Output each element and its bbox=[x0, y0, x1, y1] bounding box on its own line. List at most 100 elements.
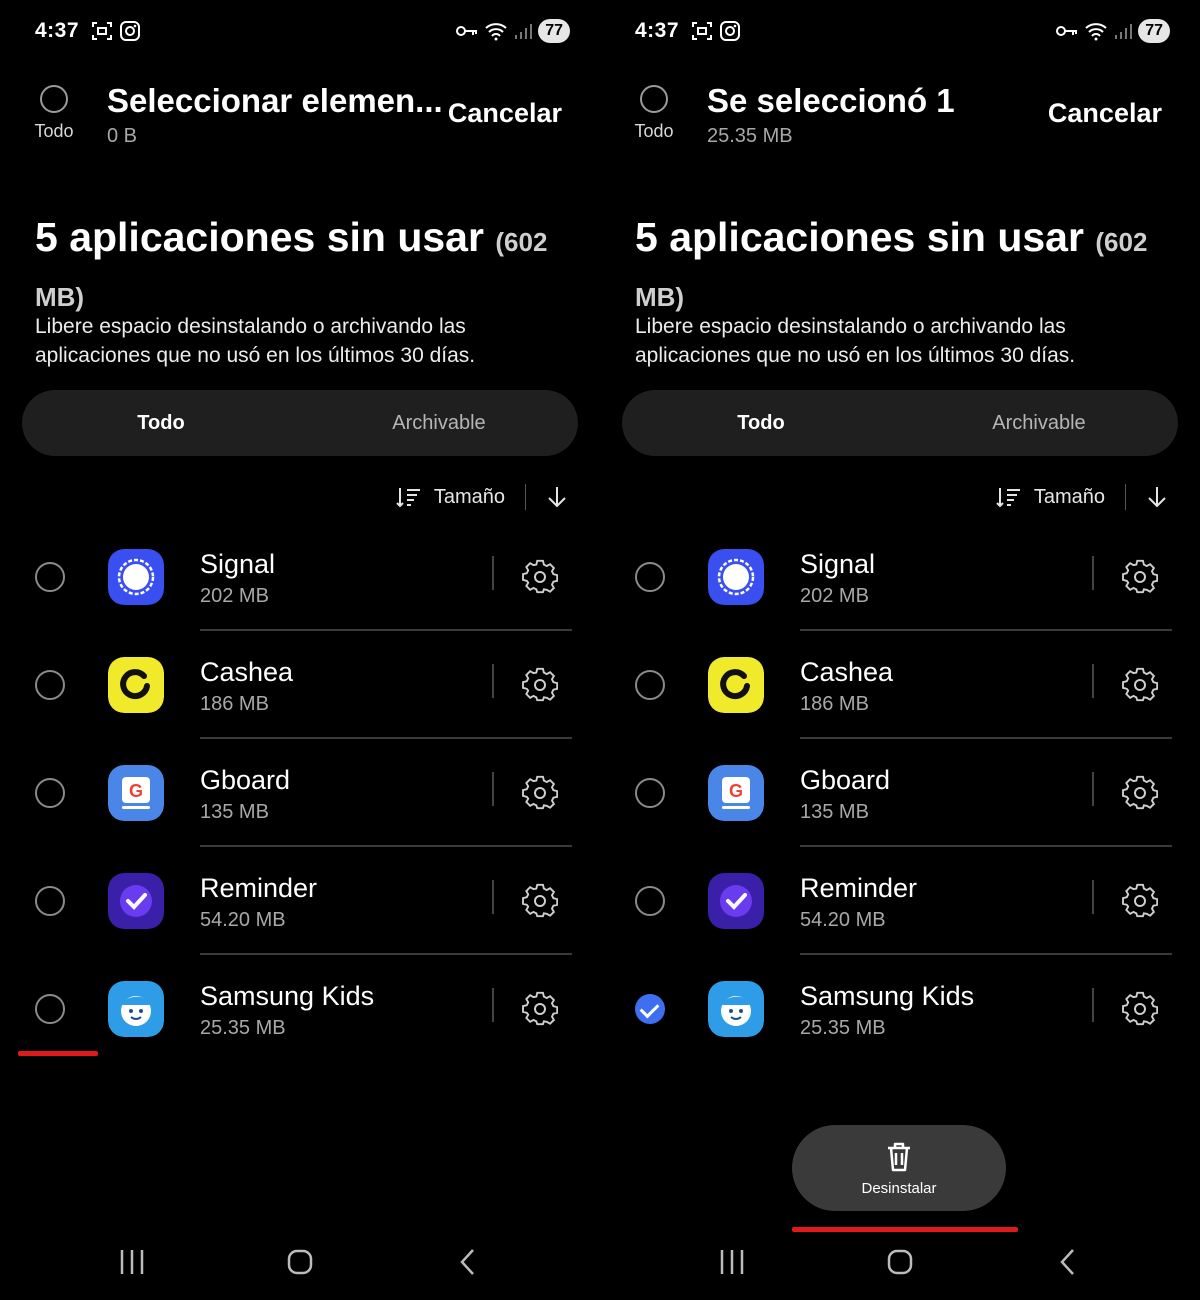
cancel-button[interactable]: Cancelar bbox=[1048, 98, 1162, 129]
row-separator bbox=[1092, 556, 1094, 590]
app-name: Samsung Kids bbox=[200, 981, 375, 1011]
reminder-icon bbox=[108, 873, 164, 929]
vpn-key-icon bbox=[1056, 26, 1078, 36]
sort-label: Tamaño bbox=[433, 485, 505, 508]
recents-icon[interactable] bbox=[118, 1246, 146, 1278]
app-size: 186 MB bbox=[800, 693, 869, 715]
uninstall-button[interactable]: Desinstalar bbox=[792, 1125, 1006, 1211]
app-name: Cashea bbox=[800, 657, 894, 687]
app-name: Reminder bbox=[200, 873, 318, 903]
gear-icon[interactable] bbox=[522, 667, 558, 703]
page-title-text: 5 aplicaciones sin usar bbox=[635, 214, 1084, 260]
list-item[interactable]: G Gboard 135 MB bbox=[600, 739, 1200, 847]
trash-icon bbox=[888, 1142, 910, 1172]
recents-icon[interactable] bbox=[718, 1246, 746, 1278]
page-title: 5 aplicaciones sin usar (602 MB) bbox=[635, 212, 1175, 322]
sort-label: Tamaño bbox=[1033, 485, 1105, 508]
app-checkbox[interactable] bbox=[35, 886, 65, 916]
app-size: 25.35 MB bbox=[800, 1017, 886, 1039]
app-name: Gboard bbox=[200, 765, 291, 795]
gear-icon[interactable] bbox=[522, 883, 558, 919]
list-item[interactable]: G Gboard 135 MB bbox=[0, 739, 600, 847]
arrow-down-icon[interactable] bbox=[1146, 485, 1168, 509]
gear-icon[interactable] bbox=[1122, 991, 1158, 1027]
list-item[interactable]: Signal 202 MB bbox=[600, 523, 1200, 631]
gear-icon[interactable] bbox=[1122, 883, 1158, 919]
row-separator bbox=[492, 988, 494, 1022]
app-checkbox[interactable] bbox=[635, 778, 665, 808]
app-checkbox-checked[interactable] bbox=[635, 994, 665, 1024]
gear-icon[interactable] bbox=[1122, 559, 1158, 595]
page-description: Libere espacio desinstalando o archivand… bbox=[635, 315, 1076, 367]
signal-strength-icon bbox=[1115, 24, 1133, 39]
selection-header: Todo Se seleccionó 1 25.35 MB Cancelar bbox=[600, 82, 1200, 162]
arrow-down-icon[interactable] bbox=[546, 485, 568, 509]
signal-icon bbox=[708, 549, 764, 605]
signal-icon bbox=[108, 549, 164, 605]
list-item[interactable]: Cashea 186 MB bbox=[600, 631, 1200, 739]
app-name: Cashea bbox=[200, 657, 294, 687]
gear-icon[interactable] bbox=[522, 559, 558, 595]
list-item[interactable]: Samsung Kids 25.35 MB bbox=[0, 955, 600, 1063]
gear-icon[interactable] bbox=[1122, 667, 1158, 703]
page-title: 5 aplicaciones sin usar (602 MB) bbox=[35, 212, 575, 322]
vpn-key-icon bbox=[456, 26, 478, 36]
wifi-icon bbox=[1085, 23, 1107, 41]
screenshot-icon bbox=[92, 22, 113, 40]
tab-archivable[interactable]: Archivable bbox=[900, 390, 1178, 456]
app-name: Signal bbox=[200, 549, 276, 579]
app-size: 54.20 MB bbox=[800, 909, 886, 931]
status-bar: 4:37 77 bbox=[635, 16, 1170, 46]
app-checkbox[interactable] bbox=[635, 562, 665, 592]
highlight-underline bbox=[18, 1051, 98, 1056]
app-checkbox[interactable] bbox=[635, 886, 665, 916]
app-checkbox[interactable] bbox=[35, 670, 65, 700]
samsung-kids-icon bbox=[708, 981, 764, 1037]
row-separator bbox=[1092, 664, 1094, 698]
page-title-text: 5 aplicaciones sin usar bbox=[35, 214, 484, 260]
page-description: Libere espacio desinstalando o archivand… bbox=[35, 315, 476, 367]
select-all-radio[interactable] bbox=[640, 85, 668, 113]
list-item[interactable]: Reminder 54.20 MB bbox=[600, 847, 1200, 955]
cancel-button[interactable]: Cancelar bbox=[448, 98, 562, 129]
back-icon[interactable] bbox=[456, 1246, 480, 1278]
list-item[interactable]: Reminder 54.20 MB bbox=[0, 847, 600, 955]
row-separator bbox=[492, 556, 494, 590]
samsung-kids-icon bbox=[108, 981, 164, 1037]
app-list: Signal 202 MB Cashea 186 MB G Gboard 135… bbox=[0, 523, 600, 1063]
tab-todo[interactable]: Todo bbox=[622, 390, 900, 456]
svg-text:G: G bbox=[729, 781, 743, 801]
tab-archivable[interactable]: Archivable bbox=[300, 390, 578, 456]
select-all-toggle[interactable]: Todo bbox=[628, 82, 680, 142]
tab-todo[interactable]: Todo bbox=[22, 390, 300, 456]
app-list: Signal 202 MB Cashea 186 MB G Gboard 135… bbox=[600, 523, 1200, 1063]
uninstall-label: Desinstalar bbox=[861, 1180, 937, 1197]
gear-icon[interactable] bbox=[522, 991, 558, 1027]
status-time: 4:37 bbox=[35, 19, 80, 42]
list-item[interactable]: Samsung Kids 25.35 MB bbox=[600, 955, 1200, 1063]
sort-by-button[interactable]: Tamaño bbox=[396, 486, 505, 509]
list-item[interactable]: Signal 202 MB bbox=[0, 523, 600, 631]
app-checkbox[interactable] bbox=[635, 670, 665, 700]
navigation-bar bbox=[600, 1240, 1200, 1284]
selection-title: Seleccionar elemen... bbox=[107, 82, 443, 119]
gear-icon[interactable] bbox=[1122, 775, 1158, 811]
row-separator bbox=[492, 880, 494, 914]
app-checkbox[interactable] bbox=[35, 994, 65, 1024]
app-size: 202 MB bbox=[200, 585, 269, 607]
row-separator bbox=[492, 664, 494, 698]
back-icon[interactable] bbox=[1056, 1246, 1080, 1278]
gear-icon[interactable] bbox=[522, 775, 558, 811]
sort-by-button[interactable]: Tamaño bbox=[996, 486, 1105, 509]
list-item[interactable]: Cashea 186 MB bbox=[0, 631, 600, 739]
app-checkbox[interactable] bbox=[35, 562, 65, 592]
home-icon[interactable] bbox=[286, 1246, 314, 1278]
home-icon[interactable] bbox=[886, 1246, 914, 1278]
sort-divider bbox=[1125, 484, 1126, 510]
select-all-radio[interactable] bbox=[40, 85, 68, 113]
screen-before-selection: 4:37 77 Todo Seleccionar elemen... 0 B C… bbox=[0, 0, 600, 1300]
reminder-icon bbox=[708, 873, 764, 929]
select-all-toggle[interactable]: Todo bbox=[28, 82, 80, 142]
app-name: Reminder bbox=[800, 873, 918, 903]
app-checkbox[interactable] bbox=[35, 778, 65, 808]
